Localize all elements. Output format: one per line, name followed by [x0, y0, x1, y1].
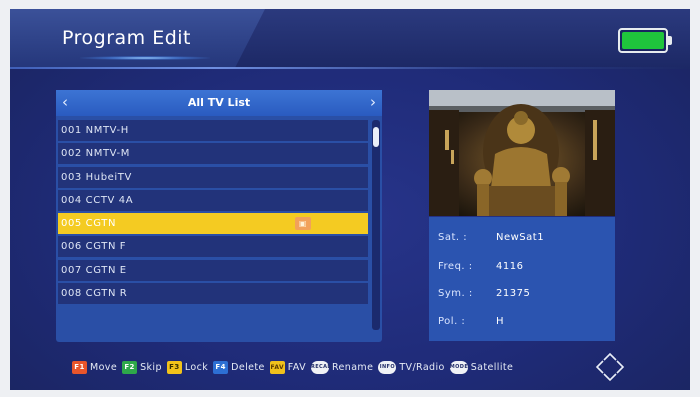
- legend-label: Rename: [331, 361, 374, 373]
- info-sym: Sym. : 21375: [438, 288, 530, 299]
- channel-name: 004 CCTV 4A: [61, 194, 134, 206]
- sym-label: Sym. :: [438, 288, 473, 299]
- legend-tv-radio[interactable]: INFO TV/Radio: [378, 360, 445, 374]
- header-bar: Program Edit: [10, 9, 690, 69]
- sat-label: Sat. :: [438, 232, 468, 243]
- info-sat: Sat. : NewSat1: [438, 232, 544, 243]
- channel-preview: [429, 90, 615, 216]
- mode-key-icon: MODE: [449, 360, 468, 374]
- legend-skip[interactable]: F2 Skip: [122, 360, 162, 374]
- channel-name: 001 NMTV-H: [61, 125, 129, 136]
- scrollbar-thumb[interactable]: [373, 127, 379, 147]
- tv-screen: Program Edit ‹ All TV List › 001 NMTV-H …: [10, 9, 690, 390]
- freq-value: 4116: [496, 261, 524, 272]
- f3-key-icon: F3: [166, 360, 182, 374]
- header-divider: [10, 67, 690, 69]
- channel-row[interactable]: 008 CGTN R: [58, 283, 368, 305]
- sat-value: NewSat1: [496, 232, 545, 243]
- channel-row[interactable]: 006 CGTN F: [58, 236, 368, 258]
- channel-row[interactable]: 003 HubeiTV: [58, 166, 368, 188]
- channel-row[interactable]: 001 NMTV-H: [58, 120, 368, 141]
- channel-name: 002 NMTV-M: [61, 148, 130, 160]
- info-freq: Freq. : 4116: [438, 261, 523, 272]
- legend-delete[interactable]: F4 Delete: [213, 360, 265, 374]
- scrollbar[interactable]: [372, 120, 380, 330]
- channel-info-panel: Sat. : NewSat1 Freq. : 4116 Sym. : 21375 Po…: [429, 217, 615, 341]
- f4-key-icon: F4: [213, 360, 229, 374]
- legend-satellite[interactable]: MODE Satellite: [449, 360, 514, 374]
- legend-move[interactable]: F1 Move: [72, 360, 118, 374]
- battery-icon: [618, 28, 672, 53]
- f2-key-icon: F2: [122, 360, 138, 374]
- channel-name: 007 CGTN E: [61, 264, 127, 276]
- pol-value: H: [496, 316, 505, 327]
- battery-level: [622, 32, 664, 49]
- channel-row[interactable]: 007 CGTN E: [58, 259, 368, 281]
- info-key-icon: INFO: [378, 360, 397, 374]
- lock-icon: ▣: [295, 217, 311, 231]
- legend-label: FAV: [287, 361, 306, 373]
- channel-row[interactable]: 002 NMTV-M: [58, 143, 368, 165]
- page-title: Program Edit: [62, 27, 191, 49]
- channel-name: 005 CGTN: [61, 218, 117, 230]
- info-pol: Pol. : H: [438, 316, 504, 327]
- legend-label: Move: [90, 361, 118, 373]
- sym-value: 21375: [496, 288, 531, 299]
- channel-name: 006 CGTN F: [61, 241, 127, 253]
- dpad-navigation-icon[interactable]: [594, 351, 626, 383]
- legend-label: Delete: [231, 361, 265, 373]
- legend-label: TV/Radio: [399, 361, 445, 373]
- recall-key-icon: RECALL: [310, 360, 334, 374]
- legend-lock[interactable]: F3 Lock: [166, 360, 209, 374]
- fav-key-icon: FAV: [269, 360, 285, 374]
- channel-row-selected[interactable]: 005 CGTN ▣: [58, 213, 368, 235]
- pol-label: Pol. :: [438, 316, 466, 327]
- key-legend: F1 Move F2 Skip F3 Lock F4 Delete FAV FA…: [72, 356, 518, 378]
- channel-list-title: All TV List: [187, 96, 251, 109]
- chevron-right-icon[interactable]: ›: [370, 93, 376, 111]
- header-glow: [80, 56, 210, 60]
- f1-key-icon: F1: [72, 360, 87, 374]
- channel-list-header: ‹ All TV List ›: [56, 90, 382, 116]
- legend-label: Lock: [184, 361, 209, 373]
- channel-name: 008 CGTN R: [61, 288, 128, 300]
- legend-fav[interactable]: FAV FAV: [269, 360, 306, 374]
- legend-rename[interactable]: RECALL Rename: [310, 360, 374, 374]
- channel-list-panel: ‹ All TV List › 001 NMTV-H 002 NMTV-M 00…: [56, 90, 382, 342]
- channel-list: 001 NMTV-H 002 NMTV-M 003 HubeiTV 004 CC…: [58, 120, 368, 306]
- channel-row[interactable]: 004 CCTV 4A: [58, 189, 368, 211]
- legend-label: Skip: [140, 361, 162, 373]
- freq-label: Freq. :: [438, 261, 473, 272]
- legend-label: Satellite: [470, 361, 514, 373]
- preview-image: [429, 90, 615, 216]
- channel-name: 003 HubeiTV: [61, 171, 132, 183]
